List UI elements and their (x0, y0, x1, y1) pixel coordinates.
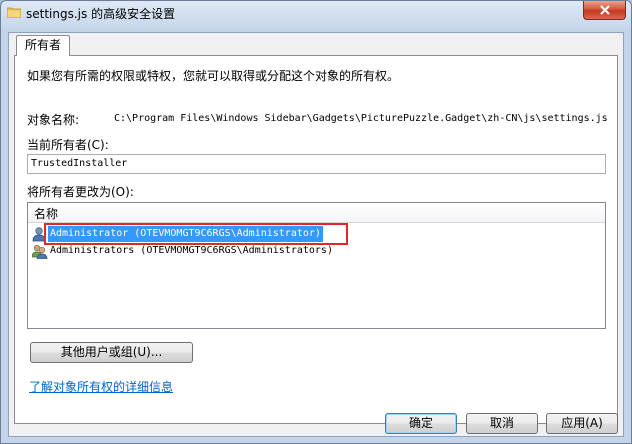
dialog-window: settings.js 的高级安全设置 所有者 如果您有所需的权限或特权，您就可… (0, 0, 632, 444)
list-item-label: Administrators (OTEVMOMGT9C6RGS\Administ… (50, 245, 333, 256)
group-icon (32, 244, 48, 259)
object-name-label: 对象名称: (27, 113, 80, 127)
tab-owner[interactable]: 所有者 (16, 35, 70, 56)
owner-list[interactable]: 名称 Administrator (OTEVMOMGT9C6RGS\Admini… (27, 202, 606, 329)
dialog-client-area: 所有者 如果您有所需的权限或特权，您就可以取得或分配这个对象的所有权。 对象名称… (8, 32, 624, 437)
current-owner-label: 当前所有者(C): (27, 138, 109, 152)
window-title: settings.js 的高级安全设置 (26, 7, 176, 21)
title-bar[interactable]: settings.js 的高级安全设置 (1, 1, 631, 27)
other-users-button[interactable]: 其他用户或组(U)... (30, 342, 193, 363)
ok-button[interactable]: 确定 (385, 413, 457, 434)
column-header-name[interactable]: 名称 (34, 205, 58, 222)
owner-tab-panel: 如果您有所需的权限或特权，您就可以取得或分配这个对象的所有权。 对象名称: C:… (14, 55, 618, 424)
description-text: 如果您有所需的权限或特权，您就可以取得或分配这个对象的所有权。 (27, 69, 400, 83)
highlight-annotation-box (44, 223, 348, 245)
current-owner-field[interactable]: TrustedInstaller (27, 154, 606, 174)
close-button[interactable] (583, 1, 626, 20)
close-icon (600, 5, 610, 15)
object-name-value: C:\Program Files\Windows Sidebar\Gadgets… (114, 113, 608, 124)
cancel-button[interactable]: 取消 (466, 413, 538, 434)
apply-button[interactable]: 应用(A) (546, 413, 618, 434)
learn-more-link[interactable]: 了解对象所有权的详细信息 (29, 378, 173, 395)
folder-icon (7, 7, 21, 18)
list-header[interactable]: 名称 (28, 203, 605, 223)
change-owner-label: 将所有者更改为(O): (27, 185, 134, 199)
